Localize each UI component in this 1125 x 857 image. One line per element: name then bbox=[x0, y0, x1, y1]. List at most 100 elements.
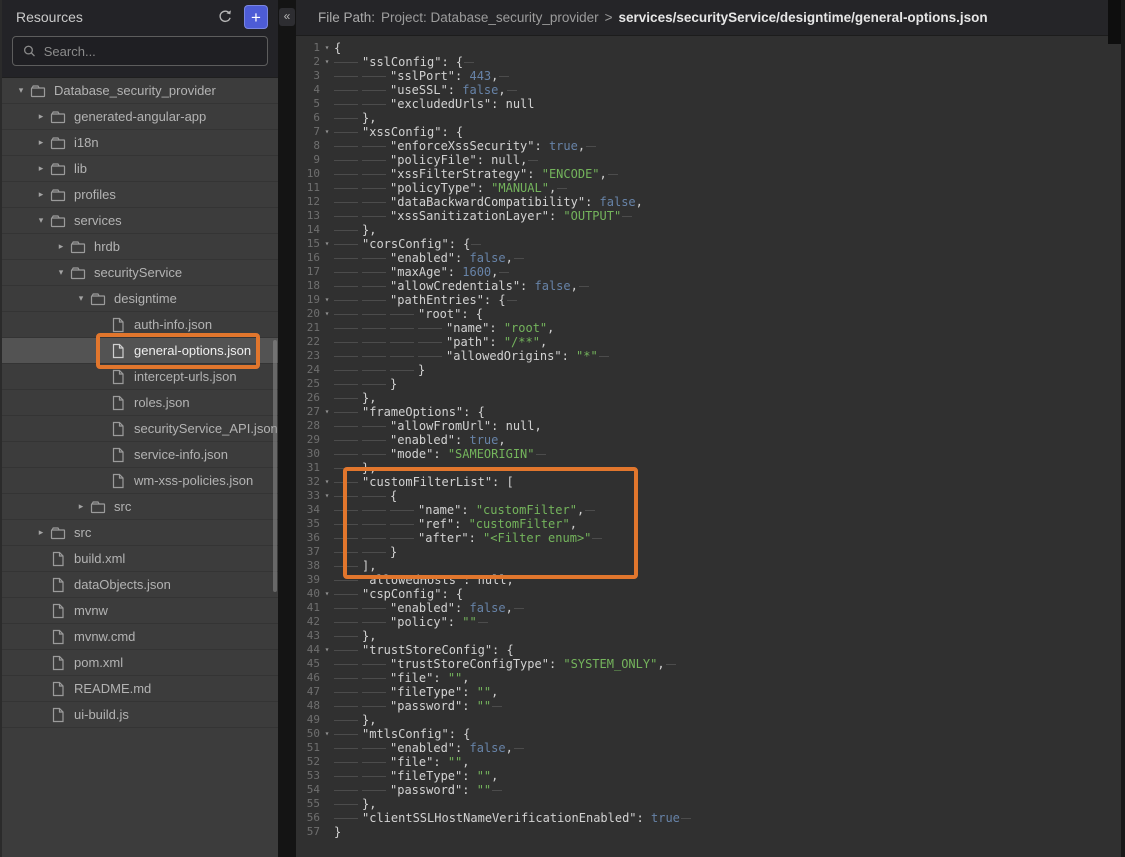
code-line-24[interactable]: 24} bbox=[296, 363, 1125, 377]
code-line-32[interactable]: 32▾"customFilterList": [ bbox=[296, 475, 1125, 489]
fold-toggle-icon[interactable]: ▾ bbox=[320, 237, 334, 251]
expand-arrow-icon[interactable]: ▸ bbox=[32, 111, 50, 122]
code-line-28[interactable]: 28"allowFromUrl": null, bbox=[296, 419, 1125, 433]
code-line-53[interactable]: 53"fileType": "", bbox=[296, 769, 1125, 783]
tree-item-build.xml[interactable]: build.xml bbox=[2, 546, 278, 572]
code-line-11[interactable]: 11"policyType": "MANUAL", bbox=[296, 181, 1125, 195]
code-line-16[interactable]: 16"enabled": false, bbox=[296, 251, 1125, 265]
tree-item-README.md[interactable]: README.md bbox=[2, 676, 278, 702]
code-line-49[interactable]: 49}, bbox=[296, 713, 1125, 727]
code-line-19[interactable]: 19▾"pathEntries": { bbox=[296, 293, 1125, 307]
code-line-40[interactable]: 40▾"cspConfig": { bbox=[296, 587, 1125, 601]
code-line-51[interactable]: 51"enabled": false, bbox=[296, 741, 1125, 755]
fold-toggle-icon[interactable]: ▾ bbox=[320, 55, 334, 69]
code-line-12[interactable]: 12"dataBackwardCompatibility": false, bbox=[296, 195, 1125, 209]
tree-item-lib[interactable]: ▸ lib bbox=[2, 156, 278, 182]
tree-item-pom.xml[interactable]: pom.xml bbox=[2, 650, 278, 676]
add-resource-button[interactable]: + bbox=[244, 5, 268, 29]
code-line-8[interactable]: 8"enforceXssSecurity": true, bbox=[296, 139, 1125, 153]
tree-item-designtime[interactable]: ▾ designtime bbox=[2, 286, 278, 312]
code-line-22[interactable]: 22"path": "/**", bbox=[296, 335, 1125, 349]
code-line-37[interactable]: 37} bbox=[296, 545, 1125, 559]
fold-toggle-icon[interactable]: ▾ bbox=[320, 643, 334, 657]
code-line-30[interactable]: 30"mode": "SAMEORIGIN" bbox=[296, 447, 1125, 461]
tree-item-hrdb[interactable]: ▸ hrdb bbox=[2, 234, 278, 260]
collapse-arrow-icon[interactable]: ▾ bbox=[72, 293, 90, 304]
code-line-34[interactable]: 34"name": "customFilter", bbox=[296, 503, 1125, 517]
code-line-14[interactable]: 14}, bbox=[296, 223, 1125, 237]
code-line-46[interactable]: 46"file": "", bbox=[296, 671, 1125, 685]
code-line-35[interactable]: 35"ref": "customFilter", bbox=[296, 517, 1125, 531]
tree-item-src[interactable]: ▸ src bbox=[2, 520, 278, 546]
fold-toggle-icon[interactable]: ▾ bbox=[320, 41, 334, 55]
code-line-43[interactable]: 43}, bbox=[296, 629, 1125, 643]
expand-arrow-icon[interactable]: ▸ bbox=[32, 527, 50, 538]
collapse-arrow-icon[interactable]: ▾ bbox=[12, 85, 30, 96]
collapse-panel-button[interactable]: « bbox=[279, 8, 295, 26]
tree-item-roles.json[interactable]: roles.json bbox=[2, 390, 278, 416]
fold-toggle-icon[interactable]: ▾ bbox=[320, 475, 334, 489]
collapse-arrow-icon[interactable]: ▾ bbox=[52, 267, 70, 278]
tree-item-services[interactable]: ▾ services bbox=[2, 208, 278, 234]
code-line-41[interactable]: 41"enabled": false, bbox=[296, 601, 1125, 615]
code-line-6[interactable]: 6}, bbox=[296, 111, 1125, 125]
tree-item-i18n[interactable]: ▸ i18n bbox=[2, 130, 278, 156]
code-line-20[interactable]: 20▾"root": { bbox=[296, 307, 1125, 321]
expand-arrow-icon[interactable]: ▸ bbox=[32, 163, 50, 174]
code-line-50[interactable]: 50▾"mtlsConfig": { bbox=[296, 727, 1125, 741]
code-line-17[interactable]: 17"maxAge": 1600, bbox=[296, 265, 1125, 279]
fold-toggle-icon[interactable]: ▾ bbox=[320, 125, 334, 139]
search-input[interactable] bbox=[44, 44, 257, 59]
expand-arrow-icon[interactable]: ▸ bbox=[32, 189, 50, 200]
code-line-57[interactable]: 57} bbox=[296, 825, 1125, 839]
code-line-39[interactable]: 39"allowedHosts": null, bbox=[296, 573, 1125, 587]
editor-scrollbar-track[interactable] bbox=[1121, 0, 1125, 857]
code-line-5[interactable]: 5"excludedUrls": null bbox=[296, 97, 1125, 111]
code-line-36[interactable]: 36"after": "<Filter enum>" bbox=[296, 531, 1125, 545]
code-line-55[interactable]: 55}, bbox=[296, 797, 1125, 811]
code-line-3[interactable]: 3"sslPort": 443, bbox=[296, 69, 1125, 83]
code-line-7[interactable]: 7▾"xssConfig": { bbox=[296, 125, 1125, 139]
code-line-52[interactable]: 52"file": "", bbox=[296, 755, 1125, 769]
code-line-27[interactable]: 27▾"frameOptions": { bbox=[296, 405, 1125, 419]
tree-item-src[interactable]: ▸ src bbox=[2, 494, 278, 520]
tree-item-Database_security_provider[interactable]: ▾ Database_security_provider bbox=[2, 78, 278, 104]
code-line-13[interactable]: 13"xssSanitizationLayer": "OUTPUT" bbox=[296, 209, 1125, 223]
tree-item-ui-build.js[interactable]: ui-build.js bbox=[2, 702, 278, 728]
code-line-31[interactable]: 31}, bbox=[296, 461, 1125, 475]
tree-item-generated-angular-app[interactable]: ▸ generated-angular-app bbox=[2, 104, 278, 130]
tree-item-mvnw.cmd[interactable]: mvnw.cmd bbox=[2, 624, 278, 650]
tree-item-mvnw[interactable]: mvnw bbox=[2, 598, 278, 624]
fold-toggle-icon[interactable]: ▾ bbox=[320, 307, 334, 321]
tree-item-wm-xss-policies.json[interactable]: wm-xss-policies.json bbox=[2, 468, 278, 494]
fold-toggle-icon[interactable]: ▾ bbox=[320, 727, 334, 741]
code-line-23[interactable]: 23"allowedOrigins": "*" bbox=[296, 349, 1125, 363]
code-line-29[interactable]: 29"enabled": true, bbox=[296, 433, 1125, 447]
code-line-33[interactable]: 33▾{ bbox=[296, 489, 1125, 503]
code-line-26[interactable]: 26}, bbox=[296, 391, 1125, 405]
tree-item-dataObjects.json[interactable]: dataObjects.json bbox=[2, 572, 278, 598]
code-line-44[interactable]: 44▾"trustStoreConfig": { bbox=[296, 643, 1125, 657]
code-area[interactable]: 1▾{2▾"sslConfig": {3"sslPort": 443,4"use… bbox=[296, 36, 1125, 839]
code-line-45[interactable]: 45"trustStoreConfigType": "SYSTEM_ONLY", bbox=[296, 657, 1125, 671]
tree-item-intercept-urls.json[interactable]: intercept-urls.json bbox=[2, 364, 278, 390]
tree-item-general-options.json[interactable]: general-options.json bbox=[2, 338, 278, 364]
code-line-48[interactable]: 48"password": "" bbox=[296, 699, 1125, 713]
code-line-54[interactable]: 54"password": "" bbox=[296, 783, 1125, 797]
code-line-38[interactable]: 38], bbox=[296, 559, 1125, 573]
code-line-47[interactable]: 47"fileType": "", bbox=[296, 685, 1125, 699]
expand-arrow-icon[interactable]: ▸ bbox=[52, 241, 70, 252]
code-line-4[interactable]: 4"useSSL": false, bbox=[296, 83, 1125, 97]
tree-item-service-info.json[interactable]: service-info.json bbox=[2, 442, 278, 468]
code-line-18[interactable]: 18"allowCredentials": false, bbox=[296, 279, 1125, 293]
fold-toggle-icon[interactable]: ▾ bbox=[320, 293, 334, 307]
expand-arrow-icon[interactable]: ▸ bbox=[72, 501, 90, 512]
code-line-9[interactable]: 9"policyFile": null, bbox=[296, 153, 1125, 167]
sidebar-scrollbar-thumb[interactable] bbox=[273, 340, 277, 592]
tree-item-auth-info.json[interactable]: auth-info.json bbox=[2, 312, 278, 338]
code-line-25[interactable]: 25} bbox=[296, 377, 1125, 391]
fold-toggle-icon[interactable]: ▾ bbox=[320, 587, 334, 601]
refresh-button[interactable] bbox=[214, 6, 236, 28]
tree-item-securityService_API.json[interactable]: securityService_API.json bbox=[2, 416, 278, 442]
code-line-56[interactable]: 56"clientSSLHostNameVerificationEnabled"… bbox=[296, 811, 1125, 825]
